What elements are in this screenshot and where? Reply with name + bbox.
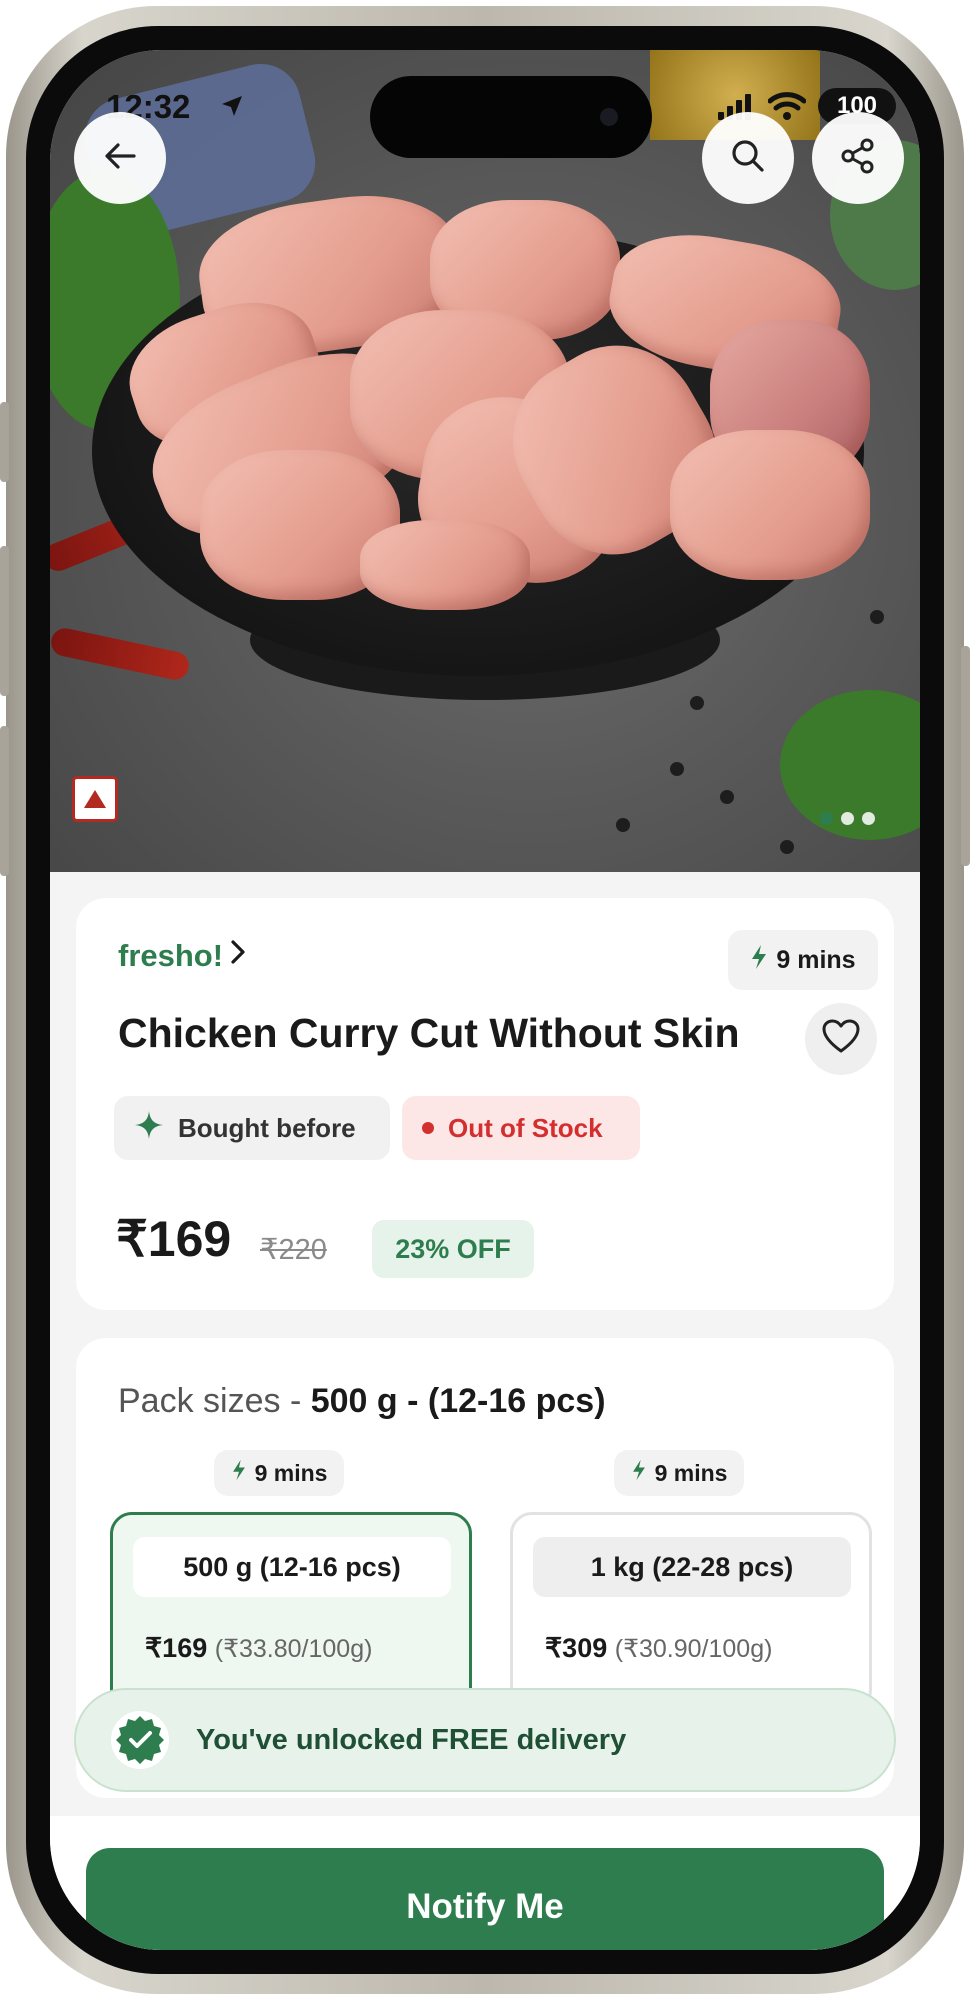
search-button[interactable]	[702, 112, 794, 204]
heart-icon	[821, 1019, 861, 1060]
status-dot-icon	[422, 1122, 434, 1134]
pack-eta-text: 9 mins	[654, 1459, 728, 1486]
check-badge-icon	[110, 1710, 170, 1770]
chevron-right-icon	[229, 938, 247, 974]
lightning-icon	[631, 1459, 647, 1487]
out-of-stock-tag: Out of Stock	[402, 1096, 640, 1160]
mrp-price: ₹220	[260, 1234, 327, 1266]
action-button	[0, 402, 9, 482]
pack-option[interactable]: 1 kg (22-28 pcs) ₹309 (₹30.90/100g)	[510, 1512, 872, 1712]
peppercorn	[720, 790, 734, 804]
wishlist-button[interactable]	[805, 1003, 877, 1075]
pack-option-label: 1 kg (22-28 pcs)	[533, 1537, 851, 1597]
dynamic-island	[370, 76, 652, 158]
pack-option-label: 500 g (12-16 pcs)	[133, 1537, 451, 1597]
pack-eta-badge: 9 mins	[614, 1450, 744, 1496]
pack-eta-text: 9 mins	[254, 1459, 328, 1486]
free-delivery-text: You've unlocked FREE delivery	[196, 1724, 627, 1756]
notify-me-button[interactable]: Notify Me	[86, 1848, 884, 1950]
pack-option-price: ₹309 (₹30.90/100g)	[545, 1633, 772, 1664]
volume-down-button	[0, 726, 9, 876]
sparkle-icon	[134, 1110, 164, 1147]
bought-before-tag: Bought before	[114, 1096, 390, 1160]
location-arrow-icon	[220, 94, 244, 123]
carousel-dot[interactable]	[862, 812, 875, 825]
chicken-piece	[360, 520, 530, 610]
discount-badge: 23% OFF	[372, 1220, 534, 1278]
bezel: 12:32 100 fresho! 9 mins Chicken Curry C…	[26, 26, 944, 1974]
share-button[interactable]	[812, 112, 904, 204]
pack-sizes-heading: Pack sizes - 500 g - (12-16 pcs)	[118, 1382, 606, 1421]
peppercorn	[690, 696, 704, 710]
carousel-dot[interactable]	[820, 812, 833, 825]
volume-up-button	[0, 546, 9, 696]
peppercorn	[670, 762, 684, 776]
veg-nonveg-icon	[72, 776, 118, 822]
chili-decoration	[50, 625, 192, 683]
pack-eta-badge: 9 mins	[214, 1450, 344, 1496]
lightning-icon	[231, 1459, 247, 1487]
brand-name: fresho!	[118, 938, 224, 973]
search-icon	[728, 136, 768, 181]
bought-before-label: Bought before	[178, 1112, 356, 1143]
pack-option-price: ₹169 (₹33.80/100g)	[145, 1633, 372, 1664]
pack-option-price-value: ₹309	[545, 1633, 608, 1663]
back-button[interactable]	[74, 112, 166, 204]
lightning-icon	[750, 944, 768, 977]
peppercorn	[616, 818, 630, 832]
selected-pack-size: 500 g - (12-16 pcs)	[310, 1382, 606, 1420]
free-delivery-banner: You've unlocked FREE delivery	[74, 1688, 896, 1792]
camera-lens	[600, 108, 618, 126]
chicken-piece	[670, 430, 870, 580]
pack-option-unit-price: (₹30.90/100g)	[614, 1635, 773, 1663]
delivery-eta-text: 9 mins	[776, 945, 856, 974]
pack-sizes-label: Pack sizes -	[118, 1382, 311, 1420]
pack-option-selected[interactable]: 500 g (12-16 pcs) ₹169 (₹33.80/100g)	[110, 1512, 472, 1712]
screen: 12:32 100 fresho! 9 mins Chicken Curry C…	[50, 50, 920, 1950]
pack-option-price-value: ₹169	[145, 1633, 208, 1663]
delivery-eta-badge: 9 mins	[728, 930, 878, 990]
pack-option-unit-price: (₹33.80/100g)	[214, 1635, 373, 1663]
carousel-indicator[interactable]	[820, 812, 875, 825]
selling-price: ₹169	[116, 1211, 232, 1267]
brand-link[interactable]: fresho!	[118, 938, 247, 974]
share-icon	[838, 136, 878, 181]
phone-frame: 12:32 100 fresho! 9 mins Chicken Curry C…	[0, 6, 970, 1994]
out-of-stock-label: Out of Stock	[448, 1112, 603, 1143]
peppercorn	[870, 610, 884, 624]
product-info-card: fresho! 9 mins Chicken Curry Cut Without…	[76, 898, 894, 1310]
peppercorn	[780, 840, 794, 854]
carousel-dot[interactable]	[841, 812, 854, 825]
product-title: Chicken Curry Cut Without Skin	[118, 1010, 740, 1056]
back-arrow-icon	[100, 136, 140, 181]
power-button	[961, 646, 970, 866]
